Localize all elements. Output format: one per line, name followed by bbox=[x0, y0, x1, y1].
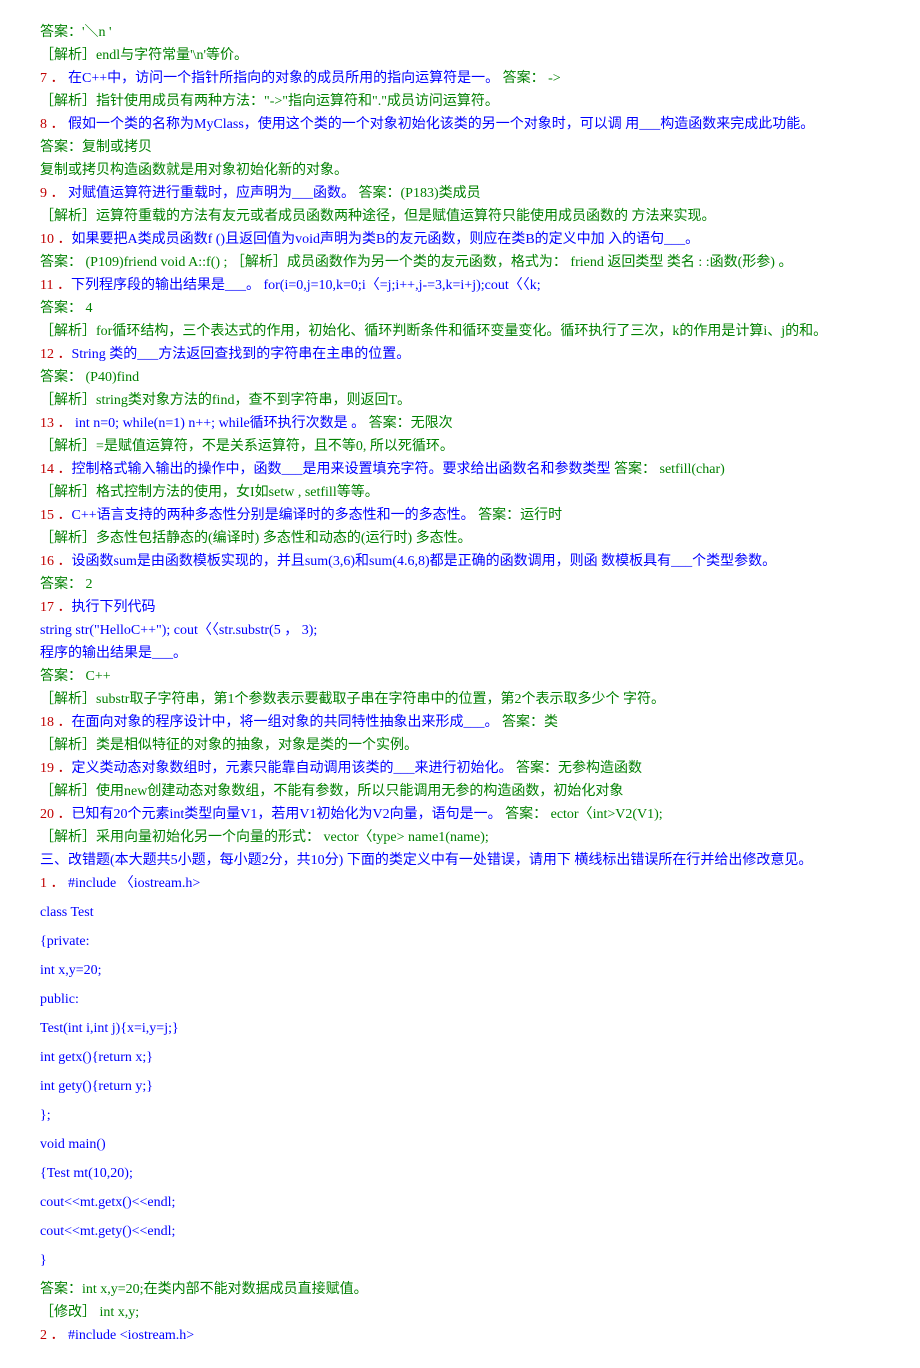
text-line: public: bbox=[40, 989, 880, 1010]
text-line: 10 ．如果要把A类成员函数f ()且返回值为void声明为类B的友元函数，则应… bbox=[40, 229, 880, 250]
text-line: 答案：'＼n ' bbox=[40, 22, 880, 43]
text-line: ［解析］指针使用成员有两种方法："->"指向运算符和"."成员访问运算符。 bbox=[40, 91, 880, 112]
text-line: int x,y=20; bbox=[40, 960, 880, 981]
text-line: {private: bbox=[40, 931, 880, 952]
text-line: ［解析］for循环结构，三个表达式的作用，初始化、循环判断条件和循环变量变化。循… bbox=[40, 321, 880, 342]
text-line: ［修改］ int x,y; bbox=[40, 1302, 880, 1323]
text-line: void main() bbox=[40, 1134, 880, 1155]
text-line: 答案：int x,y=20;在类内部不能对数据成员直接赋值。 bbox=[40, 1279, 880, 1300]
text-line: ［解析］string类对象方法的find，查不到字符串，则返回T。 bbox=[40, 390, 880, 411]
text-line: 16 ．设函数sum是由函数模板实现的，并且sum(3,6)和sum(4.6,8… bbox=[40, 551, 880, 572]
text-line: 14 ．控制格式输入输出的操作中，函数___是用来设置填充字符。要求给出函数名和… bbox=[40, 459, 880, 480]
text-line: 答案： (P109)friend void A::f() ; ［解析］成员函数作… bbox=[40, 252, 880, 273]
text-line: int gety(){return y;} bbox=[40, 1076, 880, 1097]
text-line: 20 ．已知有20个元素int类型向量V1，若用V1初始化为V2向量，语句是一。… bbox=[40, 804, 880, 825]
text-line: 18 ．在面向对象的程序设计中，将一组对象的共同特性抽象出来形成___。 答案：… bbox=[40, 712, 880, 733]
text-line: ［解析］substr取子字符串，第1个参数表示要截取子串在字符串中的位置，第2个… bbox=[40, 689, 880, 710]
text-line: }; bbox=[40, 1105, 880, 1126]
text-line: 15 ．C++语言支持的两种多态性分别是编译时的多态性和一的多态性。 答案：运行… bbox=[40, 505, 880, 526]
text-line: 12 ．String 类的___方法返回查找到的字符串在主串的位置。 bbox=[40, 344, 880, 365]
text-line: 复制或拷贝构造函数就是用对象初始化新的对象。 bbox=[40, 160, 880, 181]
text-line: Test(int i,int j){x=i,y=j;} bbox=[40, 1018, 880, 1039]
text-line: cout<<mt.gety()<<endl; bbox=[40, 1221, 880, 1242]
text-line: 1 ． #include 〈iostream.h> bbox=[40, 873, 880, 894]
text-line: } bbox=[40, 1250, 880, 1271]
text-line: ［解析］多态性包括静态的(编译时) 多态性和动态的(运行时) 多态性。 bbox=[40, 528, 880, 549]
text-line: string str("HelloC++"); cout〈〈str.substr… bbox=[40, 620, 880, 641]
text-line: ［解析］格式控制方法的使用，女I如setw , setfill等等。 bbox=[40, 482, 880, 503]
text-line: 三、改错题(本大题共5小题，每小题2分，共10分) 下面的类定义中有一处错误，请… bbox=[40, 850, 880, 871]
text-line: 19 ．定义类动态对象数组时，元素只能靠自动调用该类的___来进行初始化。 答案… bbox=[40, 758, 880, 779]
text-line: 答案： 2 bbox=[40, 574, 880, 595]
text-line: ［解析］使用new创建动态对象数组，不能有参数，所以只能调用无参的构造函数，初始… bbox=[40, 781, 880, 802]
text-line: 9 ． 对赋值运算符进行重载时，应声明为___函数。 答案：(P183)类成员 bbox=[40, 183, 880, 204]
text-line: ［解析］=是赋值运算符，不是关系运算符，且不等0, 所以死循环。 bbox=[40, 436, 880, 457]
text-line: 7 ． 在C++中，访问一个指针所指向的对象的成员所用的指向运算符是一。 答案：… bbox=[40, 68, 880, 89]
text-line: ［解析］运算符重载的方法有友元或者成员函数两种途径，但是赋值运算符只能使用成员函… bbox=[40, 206, 880, 227]
text-line: cout<<mt.getx()<<endl; bbox=[40, 1192, 880, 1213]
text-line: 17 ．执行下列代码 bbox=[40, 597, 880, 618]
document-body: 答案：'＼n '［解析］endl与字符常量'\n'等价。7 ． 在C++中，访问… bbox=[40, 22, 880, 1346]
text-line: 13 ． int n=0; while(n=1) n++; while循环执行次… bbox=[40, 413, 880, 434]
text-line: 答案：复制或拷贝 bbox=[40, 137, 880, 158]
text-line: {Test mt(10,20); bbox=[40, 1163, 880, 1184]
text-line: ［解析］采用向量初始化另一个向量的形式： vector〈type> name1(… bbox=[40, 827, 880, 848]
text-line: 11 ．下列程序段的输出结果是___。 for(i=0,j=10,k=0;i〈=… bbox=[40, 275, 880, 296]
text-line: 2 ． #include <iostream.h> bbox=[40, 1325, 880, 1346]
text-line: int getx(){return x;} bbox=[40, 1047, 880, 1068]
text-line: 8 ． 假如一个类的名称为MyClass，使用这个类的一个对象初始化该类的另一个… bbox=[40, 114, 880, 135]
text-line: 答案： C++ bbox=[40, 666, 880, 687]
text-line: 答案： 4 bbox=[40, 298, 880, 319]
text-line: 程序的输出结果是___。 bbox=[40, 643, 880, 664]
text-line: ［解析］endl与字符常量'\n'等价。 bbox=[40, 45, 880, 66]
text-line: ［解析］类是相似特征的对象的抽象，对象是类的一个实例。 bbox=[40, 735, 880, 756]
text-line: class Test bbox=[40, 902, 880, 923]
text-line: 答案： (P40)find bbox=[40, 367, 880, 388]
